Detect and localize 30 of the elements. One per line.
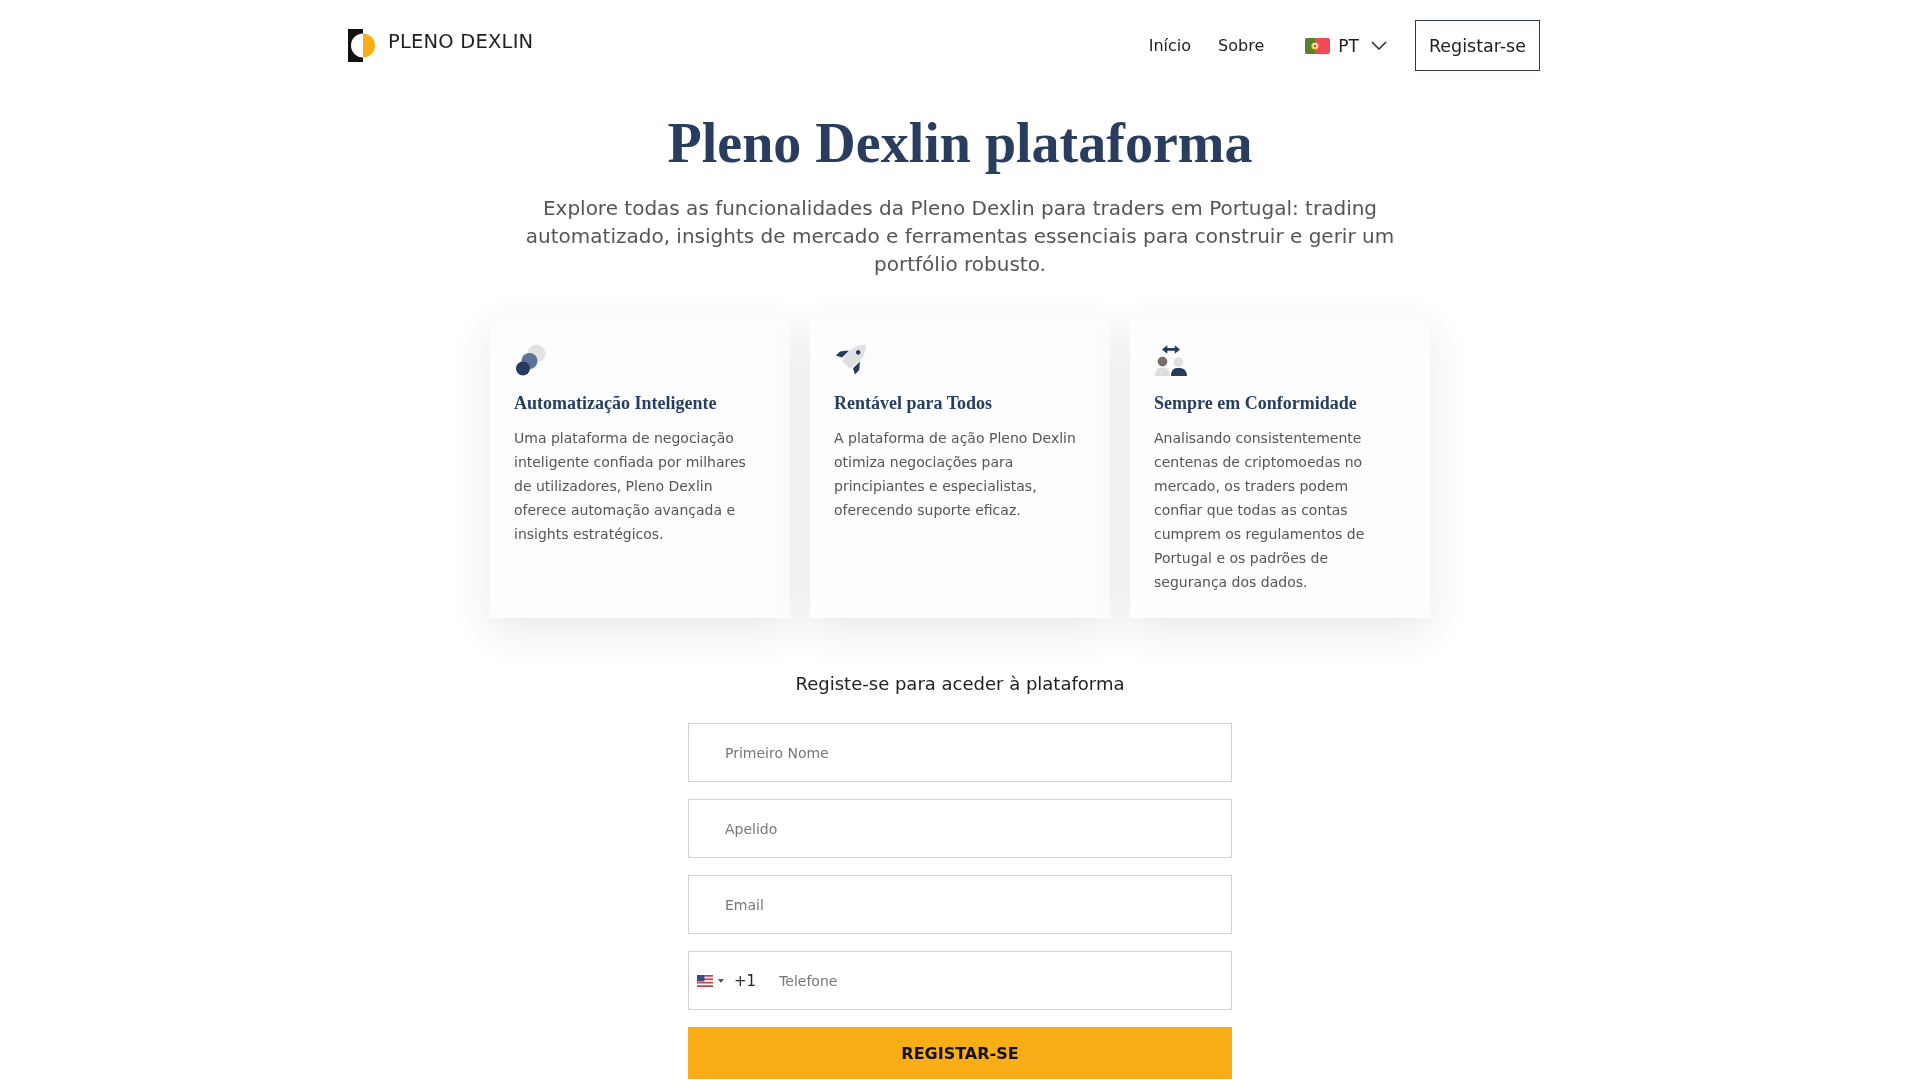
register-button[interactable]: Registar-se bbox=[1414, 20, 1540, 71]
logo-icon bbox=[348, 29, 376, 62]
card-title: Automatização Inteligente bbox=[514, 392, 718, 415]
submit-button[interactable]: REGISTAR-SE bbox=[688, 1027, 1232, 1079]
phone-input[interactable]: Telefone bbox=[779, 952, 1231, 1009]
nav-link[interactable]: Início bbox=[1148, 36, 1192, 55]
chevron-down-icon bbox=[1370, 41, 1387, 50]
circles-icon bbox=[514, 344, 546, 376]
input-field[interactable]: Email bbox=[688, 875, 1232, 934]
nav-link[interactable]: Sobre bbox=[1218, 36, 1265, 55]
people-exchange-icon bbox=[1154, 344, 1188, 376]
card-text: A plataforma de ação Pleno Dexlin otimiza negociações para principiantes e especialistas, oferecendo suporte eficaz. bbox=[834, 429, 1077, 520]
intro-text: Explore todas as funcionalidades da Pleno Dexlin para traders em Portugal: trading automatizado, insights de mercado e ferramentas essenciais para construir e gerir um portfólio robusto. bbox=[524, 195, 1396, 278]
country-selector[interactable] bbox=[697, 974, 724, 987]
card-text: Uma plataforma de negociação inteligente confiada por milhares de utilizadores, Pleno Dexlin oferece automação avançada e insights estratégicos. bbox=[514, 429, 747, 544]
card-text: Analisando consistentemente centenas de criptomoedas no mercado, os traders podem confiar que todas as contas cumprem os regulamentos de Portugal e os padrões de segurança dos dados. bbox=[1154, 429, 1366, 592]
caret-icon bbox=[718, 978, 724, 983]
logo-text: PLENO DEXLIN bbox=[388, 30, 534, 53]
phone-field[interactable]: +1 Telefone bbox=[688, 951, 1232, 1010]
language-selector[interactable]: PT bbox=[1305, 35, 1387, 56]
input-field[interactable]: Primeiro Nome bbox=[688, 723, 1232, 782]
input-field[interactable]: Apelido bbox=[688, 799, 1232, 858]
form-heading: Registe-se para aceder à plataforma bbox=[794, 672, 1126, 695]
dial-code: +1 bbox=[734, 971, 757, 990]
flag-icon bbox=[1305, 37, 1331, 54]
page-title: Pleno Dexlin plataforma bbox=[667, 111, 1253, 176]
card-title: Sempre em Conformidade bbox=[1154, 392, 1358, 415]
card-title: Rentável para Todos bbox=[834, 392, 994, 415]
rocket-icon bbox=[834, 344, 868, 376]
flag-icon bbox=[697, 974, 713, 987]
